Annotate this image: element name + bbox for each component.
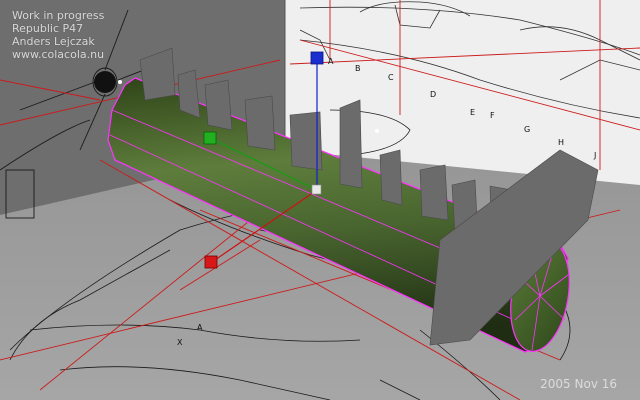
gizmo-z-handle[interactable]	[310, 51, 324, 65]
vertex-marker	[375, 129, 379, 133]
info-line: Work in progress	[12, 9, 105, 22]
station-letter: A	[328, 57, 334, 66]
ground-letter: X	[177, 338, 183, 347]
propeller-hub	[94, 71, 116, 93]
bulkhead-frame	[204, 79, 233, 131]
bulkhead-frame	[419, 164, 449, 221]
station-letter: G	[524, 125, 530, 134]
pivot-icon[interactable]	[311, 184, 322, 195]
station-letter: C	[388, 73, 394, 82]
station-letter: J	[593, 151, 596, 160]
info-line: www.colacola.nu	[12, 48, 105, 61]
gizmo-x-handle[interactable]	[204, 255, 218, 269]
station-letter: H	[558, 138, 564, 147]
info-line: Republic P47	[12, 22, 84, 35]
bulkhead-frame	[244, 95, 276, 151]
station-letter: B	[355, 64, 361, 73]
ground-letter: A	[197, 323, 203, 332]
project-info: Work in progress Republic P47 Anders Lej…	[12, 9, 104, 61]
bulkhead-frame	[339, 99, 363, 189]
date-stamp: 2005 Nov 16	[540, 377, 617, 391]
3d-viewport[interactable]: A B C D E F G H J A X Work in progress R…	[0, 0, 640, 400]
gizmo-y-handle[interactable]	[203, 131, 217, 145]
vertex-marker	[118, 80, 122, 84]
info-line: Anders Lejczak	[12, 35, 95, 48]
station-letter: D	[430, 90, 436, 99]
station-letter: F	[490, 111, 495, 120]
station-letter: E	[470, 108, 475, 117]
bulkhead-frame	[379, 149, 403, 206]
